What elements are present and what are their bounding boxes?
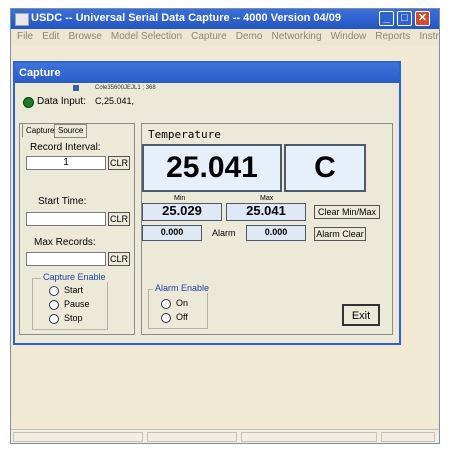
menu-reports[interactable]: Reports: [375, 29, 410, 45]
data-input-label: Data Input:: [37, 96, 86, 107]
max-records-clear-button[interactable]: CLR: [108, 252, 130, 266]
start-time-input[interactable]: [26, 212, 106, 226]
temperature-reading: 25.041: [142, 144, 282, 192]
capture-enable-group: Capture Enable Start Pause Stop: [32, 272, 108, 330]
clear-min-max-button[interactable]: Clear Min/Max: [314, 205, 380, 219]
menu-instructions-help[interactable]: Instructions/Help: [419, 29, 439, 45]
record-interval-label: Record Interval:: [30, 142, 101, 153]
device-icon: [73, 85, 79, 91]
alarm-enable-group: Alarm Enable On Off: [148, 283, 212, 329]
menu-file[interactable]: File: [17, 29, 33, 45]
menu-demo[interactable]: Demo: [236, 29, 263, 45]
menu-bar: File Edit Browse Model Selection Capture…: [11, 29, 439, 45]
capture-enable-title: Capture Enable: [41, 272, 108, 282]
menu-window[interactable]: Window: [331, 29, 367, 45]
record-interval-clear-button[interactable]: CLR: [108, 156, 130, 170]
close-button[interactable]: ✕: [415, 11, 430, 26]
record-interval-input[interactable]: 1: [26, 156, 106, 170]
start-time-label: Start Time:: [38, 196, 87, 207]
menu-networking[interactable]: Networking: [272, 29, 322, 45]
menu-model-selection[interactable]: Model Selection: [111, 29, 182, 45]
application-window: USDC -- Universal Serial Data Capture --…: [10, 8, 440, 444]
menu-edit[interactable]: Edit: [42, 29, 59, 45]
capture-dialog: Capture Cole35600JEJL1 ; 368 Data Input:…: [13, 61, 401, 345]
menu-browse[interactable]: Browse: [68, 29, 101, 45]
max-records-label: Max Records:: [34, 237, 96, 248]
capture-start-radio[interactable]: Start: [49, 285, 83, 296]
title-bar[interactable]: USDC -- Universal Serial Data Capture --…: [11, 9, 439, 29]
tab-capture[interactable]: Capture: [22, 123, 59, 137]
capture-pause-radio[interactable]: Pause: [49, 299, 90, 310]
device-info: Cole35600JEJL1 ; 368: [95, 85, 156, 91]
max-records-input[interactable]: [26, 252, 106, 266]
window-title: USDC -- Universal Serial Data Capture --…: [31, 12, 341, 24]
dialog-title[interactable]: Capture: [15, 63, 399, 83]
status-segment: [147, 432, 237, 442]
capture-stop-radio[interactable]: Stop: [49, 313, 83, 324]
alarm-off-radio[interactable]: Off: [161, 312, 188, 323]
alarm-label: Alarm: [212, 228, 236, 238]
exit-button[interactable]: Exit: [342, 304, 380, 326]
maximize-button[interactable]: □: [397, 11, 412, 26]
menu-capture[interactable]: Capture: [191, 29, 227, 45]
temperature-unit: C: [284, 144, 366, 192]
workspace: Capture Cole35600JEJL1 ; 368 Data Input:…: [11, 45, 439, 429]
status-segment: [13, 432, 143, 442]
max-value: 25.041: [226, 203, 306, 221]
temperature-title: Temperature: [148, 128, 221, 141]
start-time-clear-button[interactable]: CLR: [108, 212, 130, 226]
alarm-low-value[interactable]: 0.000: [142, 225, 202, 241]
app-icon: [15, 13, 29, 26]
data-input-value: C,25.041,: [95, 96, 135, 106]
max-label: Max: [260, 195, 274, 202]
minimize-button[interactable]: _: [379, 11, 394, 26]
status-segment: [241, 432, 377, 442]
alarm-clear-button[interactable]: Alarm Clear: [314, 227, 366, 241]
status-led-icon: [23, 97, 34, 108]
alarm-on-radio[interactable]: On: [161, 298, 188, 309]
right-panel: Temperature 25.041 C Min Max 25.029 25.0…: [141, 123, 393, 335]
tab-source[interactable]: Source: [54, 124, 88, 138]
alarm-enable-title: Alarm Enable: [153, 283, 212, 293]
min-label: Min: [174, 195, 186, 202]
status-segment: [381, 432, 435, 442]
alarm-high-value[interactable]: 0.000: [246, 225, 306, 241]
left-panel: Capture Source Record Interval: 1 CLR St…: [19, 123, 135, 335]
min-value: 25.029: [142, 203, 222, 221]
status-bar: [11, 429, 439, 443]
